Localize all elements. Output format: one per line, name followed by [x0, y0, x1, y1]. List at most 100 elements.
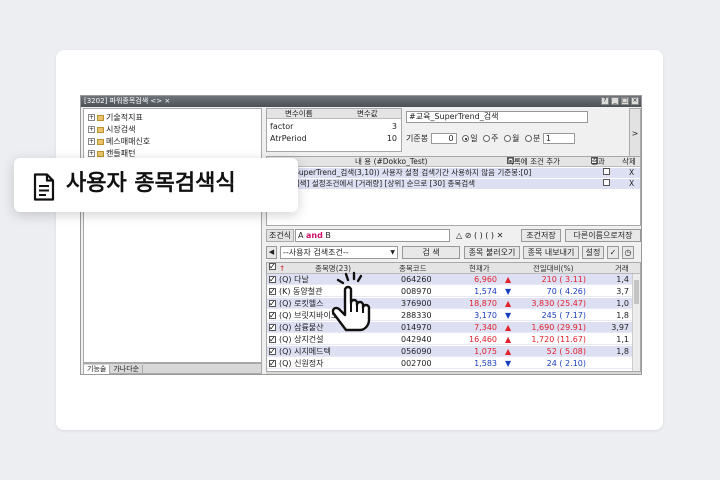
row-checkbox[interactable]	[269, 274, 276, 285]
title-callout: 사용자 종목검색식	[14, 158, 298, 212]
expand-icon[interactable]: +	[88, 126, 95, 133]
minute-select[interactable]: 1	[542, 133, 575, 144]
volume-value: 1,8	[616, 347, 629, 356]
settings-button[interactable]: 설정	[582, 246, 604, 259]
current-price: 7,340	[474, 323, 497, 332]
radio-week[interactable]	[483, 135, 491, 142]
condition-grid-header: 내 용 (#Dokko_Test) 목록에 조건 추가 결과 삭제	[267, 157, 640, 167]
period-row: 기준봉 0 일 주 월 분 1	[406, 132, 641, 146]
variable-row[interactable]: AtrPeriod 10	[267, 133, 401, 144]
delete-condition-button[interactable]: X	[629, 179, 634, 189]
current-price: 1,075	[474, 347, 497, 356]
formula-name-field[interactable]: #교육_SuperTrend_검색	[406, 111, 588, 123]
minimize-button[interactable]: _	[611, 97, 619, 105]
expand-icon[interactable]: +	[88, 138, 95, 145]
save-as-button[interactable]: 다른이름으로저장	[565, 229, 641, 242]
vertical-scrollbar[interactable]	[632, 274, 640, 371]
tab-alphabetical[interactable]: 가나다순	[110, 365, 144, 374]
formula-label: 조건식	[266, 229, 294, 242]
up-arrow-icon: ▲	[505, 335, 512, 344]
export-stocks-button[interactable]: 종목 내보내기	[523, 246, 579, 259]
row-checkbox[interactable]	[269, 346, 276, 357]
col-volume[interactable]: 거래	[615, 263, 629, 274]
condition-row[interactable]: A 교육_SuperTrend_검색(3,10)) 사용자 설정 검색기간 사용…	[267, 168, 640, 178]
row-checkbox[interactable]	[269, 286, 276, 297]
change-value: 3,830 (25.47)	[531, 299, 586, 308]
table-row[interactable]: (Q) 시지메드텍 056090 1,075 ▲ 52 ( 5.08) 1,8	[267, 346, 640, 357]
stock-name: (Q) 신원정자	[279, 359, 324, 368]
window-titlebar: [3202] 파워종목검색 <> × ? _ □ ×	[81, 96, 641, 107]
close-button[interactable]: ×	[631, 97, 639, 105]
help-button[interactable]: ?	[601, 97, 609, 105]
scrollbar-thumb[interactable]	[634, 280, 639, 304]
stock-code: 288330	[401, 311, 432, 320]
formula-input[interactable]: A and B	[295, 229, 450, 242]
variable-table: 변수이름 변수값 factor 3 AtrPeriod 10	[266, 108, 402, 152]
tree-item[interactable]: + 시장검색	[88, 124, 135, 135]
col-current-price[interactable]: 현재가	[469, 263, 490, 274]
change-value: 24 ( 2.10)	[546, 359, 586, 368]
change-value: 1,690 (29.91)	[531, 323, 586, 332]
expand-icon[interactable]: +	[88, 114, 95, 121]
row-checkbox[interactable]	[269, 358, 276, 369]
back-arrow-icon[interactable]: ◀	[266, 246, 277, 259]
search-button[interactable]: 검 색	[402, 246, 460, 259]
change-value: 70 ( 4.26)	[546, 287, 586, 296]
save-condition-button[interactable]: 조건저장	[521, 229, 561, 242]
condition-row[interactable]: B 순위 검색] 설정조건에서 [거래량] [상위] 순으로 [30] 종목검색…	[267, 179, 640, 189]
col-variable-name: 변수이름	[285, 109, 313, 118]
current-price: 6,960	[474, 275, 497, 284]
col-stock-code[interactable]: 종목코드	[399, 263, 427, 274]
change-value: 52 ( 5.08)	[546, 347, 586, 356]
row-checkbox[interactable]	[269, 298, 276, 309]
row-checkbox[interactable]	[269, 334, 276, 345]
volume-value: 1,4	[616, 275, 629, 284]
row-checkbox[interactable]	[269, 310, 276, 321]
expand-panel-button[interactable]: >	[629, 108, 641, 158]
tree-item[interactable]: + 메스매매신호	[88, 136, 150, 147]
load-stocks-button[interactable]: 종목 불러오기	[464, 246, 520, 259]
variable-row[interactable]: factor 3	[267, 121, 401, 132]
radio-day[interactable]	[462, 135, 470, 142]
up-arrow-icon: ▲	[505, 275, 512, 284]
delete-condition-button[interactable]: X	[629, 168, 634, 178]
sort-up-icon[interactable]: ↑	[279, 263, 285, 274]
up-arrow-icon: ▲	[505, 299, 512, 308]
variable-table-header: 변수이름 변수값	[267, 109, 401, 119]
hand-pointer-icon	[331, 271, 371, 332]
up-arrow-icon: ▲	[505, 323, 512, 332]
select-all-checkbox[interactable]	[269, 263, 276, 272]
stock-name: (Q) 다날	[279, 275, 309, 284]
row-checkbox[interactable]	[269, 322, 276, 333]
window-title: [3202] 파워종목검색 <> ×	[84, 97, 171, 105]
current-price: 16,460	[469, 335, 497, 344]
maximize-button[interactable]: □	[621, 97, 629, 105]
stock-code: 376900	[401, 299, 432, 308]
table-row[interactable]: (Q) 상지건설 042940 16,460 ▲ 1,720 (11.67) 1,1	[267, 334, 640, 345]
formula-symbol-buttons[interactable]: △ ⊘ ( ) ( ) ✕	[456, 229, 503, 242]
result-checkbox[interactable]	[603, 168, 610, 175]
volume-value: 3,97	[611, 323, 629, 332]
user-condition-dropdown[interactable]: --사용자 검색조건-- ▼	[280, 246, 398, 259]
stock-name: (Q) 시지메드텍	[279, 347, 331, 356]
clock-icon[interactable]: ◷	[622, 246, 634, 259]
stock-code: 064260	[401, 275, 432, 284]
stock-name: (Q) 상지건설	[279, 335, 324, 344]
tab-function[interactable]: 기능술	[84, 365, 111, 374]
stock-code: 008970	[401, 287, 432, 296]
power-stock-search-window: [3202] 파워종목검색 <> × ? _ □ × + 기술적지표 + 시장검색 …	[80, 95, 642, 375]
tree-item[interactable]: + 기술적지표	[88, 112, 143, 123]
period-value-input[interactable]: 0	[430, 133, 457, 144]
table-row[interactable]: (Q) 신원정자 002700 1,583 ▼ 24 ( 2.10)	[267, 358, 640, 369]
period-label: 기준봉	[406, 134, 429, 143]
folder-icon	[97, 138, 104, 145]
col-change[interactable]: 전일대비(%)	[533, 263, 574, 274]
radio-minute[interactable]	[524, 135, 532, 142]
expand-icon[interactable]: +	[88, 150, 95, 157]
check-icon[interactable]: ✓	[607, 246, 619, 259]
formula-row: 조건식 A and B △ ⊘ ( ) ( ) ✕ 조건저장 다른이름으로저장	[266, 229, 641, 242]
radio-month[interactable]	[504, 135, 512, 142]
horizontal-scrollbar[interactable]	[266, 372, 641, 374]
stock-name: (Q) 삼륭물산	[279, 323, 324, 332]
result-checkbox[interactable]	[603, 179, 610, 186]
